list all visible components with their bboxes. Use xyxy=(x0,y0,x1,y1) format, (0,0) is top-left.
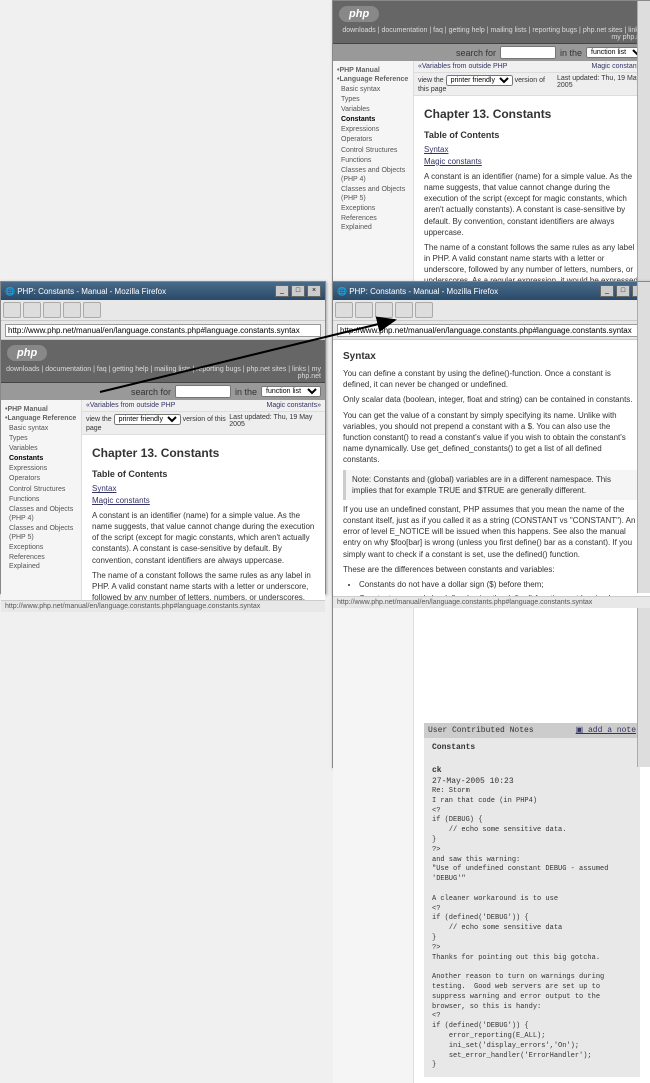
scrollbar[interactable] xyxy=(637,282,650,593)
close-button[interactable]: × xyxy=(307,285,321,297)
reload-button[interactable] xyxy=(375,302,393,318)
search-label: search for xyxy=(456,48,496,58)
url-input[interactable] xyxy=(5,324,321,337)
maximize-button[interactable]: □ xyxy=(616,285,630,297)
sidebar-item[interactable]: Control Structures xyxy=(337,146,409,156)
sidebar-item[interactable]: Variables xyxy=(337,105,409,115)
notes-section: Constants xyxy=(432,743,475,752)
back-button[interactable] xyxy=(3,302,21,318)
para-constant-def: A constant is an identifier (name) for a… xyxy=(424,171,640,238)
add-note-link[interactable]: ▣ add a note xyxy=(576,725,636,736)
browser-toolbar xyxy=(1,300,325,321)
php-logo: php xyxy=(339,6,379,22)
title-bar: 🌐 PHP: Constants - Manual - Mozilla Fire… xyxy=(333,282,650,300)
sidebar-list: Basic syntax Types Variables Constants E… xyxy=(337,85,409,233)
note-date: 27-May-2005 10:23 xyxy=(432,777,514,786)
toc-link-magic[interactable]: Magic constants xyxy=(424,157,482,166)
home-button[interactable] xyxy=(415,302,433,318)
minimize-button[interactable]: _ xyxy=(275,285,289,297)
sidebar-item[interactable]: Operators xyxy=(337,135,409,145)
forward-button[interactable] xyxy=(355,302,373,318)
sidebar-item[interactable]: Basic syntax xyxy=(337,85,409,95)
user-notes-header: User Contributed Notes ▣ add a note xyxy=(424,723,640,738)
minimize-button[interactable]: _ xyxy=(600,285,614,297)
url-input[interactable] xyxy=(337,324,646,337)
note-body: Re: Storm I ran that code (in PHP4) <? i… xyxy=(432,787,632,1071)
sidebar-item[interactable]: Functions xyxy=(337,156,409,166)
window-title: 🌐 PHP: Constants - Manual - Mozilla Fire… xyxy=(337,287,498,296)
user-notes: User Contributed Notes ▣ add a note Cons… xyxy=(424,723,640,1077)
stop-button[interactable] xyxy=(63,302,81,318)
sidebar-item[interactable]: Types xyxy=(337,95,409,105)
reload-button[interactable] xyxy=(43,302,61,318)
diff-list: Constants do not have a dollar sign ($) … xyxy=(343,579,640,596)
search-bar: search forin thefunction list xyxy=(1,383,325,400)
breadcrumb: «Variables from outside PHP Magic consta… xyxy=(414,61,650,73)
stop-button[interactable] xyxy=(395,302,413,318)
back-button[interactable] xyxy=(335,302,353,318)
home-button[interactable] xyxy=(83,302,101,318)
sidebar-item[interactable]: Expressions xyxy=(337,125,409,135)
php-nav-links[interactable]: downloads | documentation | faq | gettin… xyxy=(1,366,325,383)
title-bar: 🌐 PHP: Constants - Manual - Mozilla Fire… xyxy=(1,282,325,300)
sidebar: •PHP Manual •Language Reference Basic sy… xyxy=(1,400,82,600)
browser-toolbar xyxy=(333,300,650,321)
sidebar-item[interactable]: Classes and Objects (PHP 5) xyxy=(337,185,409,204)
sidebar-item-active[interactable]: Constants xyxy=(337,115,409,125)
php-header: php xyxy=(1,340,325,366)
left-browser-window: 🌐 PHP: Constants - Manual - Mozilla Fire… xyxy=(0,281,326,594)
sidebar-item[interactable]: Exceptions xyxy=(337,204,409,214)
status-bar: http://www.php.net/manual/en/language.co… xyxy=(333,596,650,608)
prev-link[interactable]: «Variables from outside PHP xyxy=(418,63,507,70)
window-title: 🌐 PHP: Constants - Manual - Mozilla Fire… xyxy=(5,287,166,296)
note-author: ck xyxy=(432,766,442,775)
address-bar xyxy=(1,321,325,340)
view-select[interactable]: printer friendly xyxy=(446,75,513,86)
forward-button[interactable] xyxy=(23,302,41,318)
status-bar: http://www.php.net/manual/en/language.co… xyxy=(1,600,325,612)
right-browser-window: 🌐 PHP: Constants - Manual - Mozilla Fire… xyxy=(332,281,650,594)
sidebar-manual-link[interactable]: •PHP Manual xyxy=(337,67,409,74)
last-updated: Last updated: Thu, 19 May 2005 xyxy=(557,75,646,93)
sidebar-item[interactable]: Classes and Objects (PHP 4) xyxy=(337,166,409,185)
search-input[interactable] xyxy=(500,46,556,59)
chapter-title: Chapter 13. Constants xyxy=(424,106,640,123)
php-logo: php xyxy=(7,345,47,361)
search-bar: search for in the function list xyxy=(333,44,650,61)
search-input[interactable] xyxy=(175,385,231,398)
php-header: php xyxy=(333,1,650,27)
toc-link-syntax[interactable]: Syntax xyxy=(424,145,448,154)
sidebar-item[interactable]: References Explained xyxy=(337,214,409,233)
toc-heading: Table of Contents xyxy=(424,129,640,142)
in-label: in the xyxy=(560,48,582,58)
search-scope-select[interactable]: function list xyxy=(261,386,321,397)
php-nav-links[interactable]: downloads | documentation | faq | gettin… xyxy=(333,27,650,44)
note-namespace: Note: Constants and (global) variables a… xyxy=(343,470,640,500)
maximize-button[interactable]: □ xyxy=(291,285,305,297)
sidebar-ref-link[interactable]: •Language Reference xyxy=(337,76,409,83)
view-bar: view the printer friendly version of thi… xyxy=(414,73,650,96)
syntax-heading: Syntax xyxy=(343,350,640,364)
